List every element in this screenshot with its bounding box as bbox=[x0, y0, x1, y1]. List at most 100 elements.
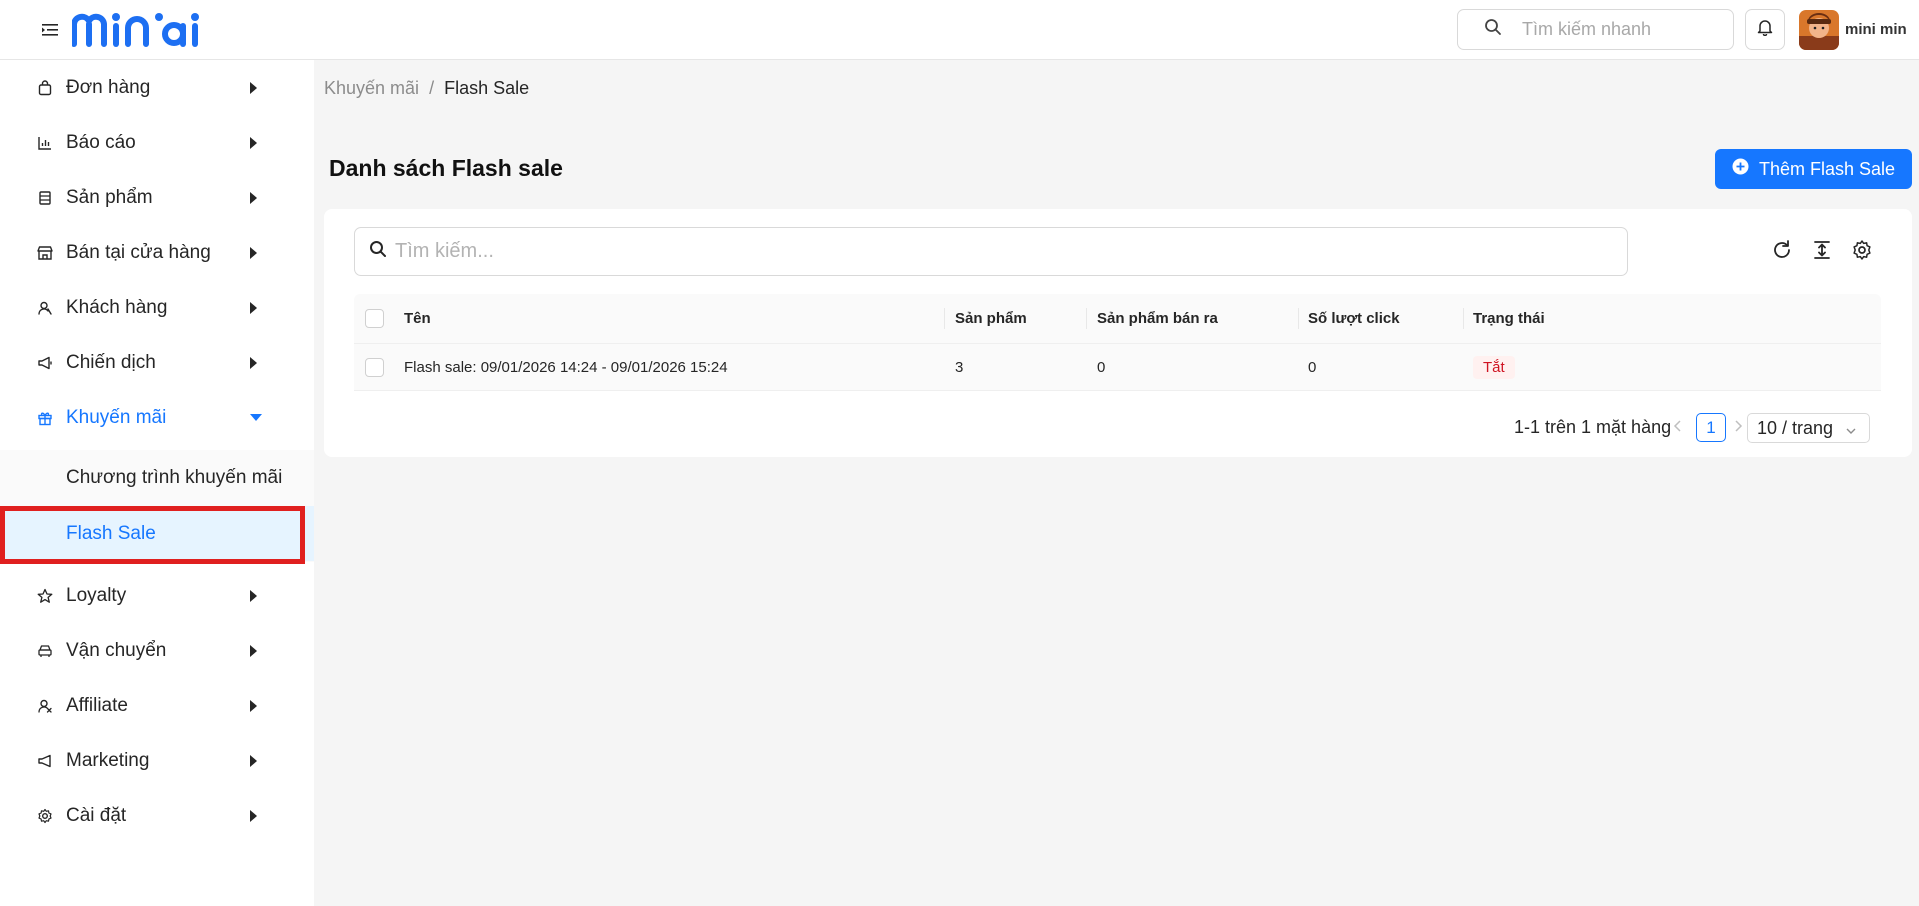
sidebar-item-label: Chiến dịch bbox=[66, 351, 156, 373]
affiliate-icon bbox=[36, 697, 54, 715]
quick-search-placeholder: Tìm kiếm nhanh bbox=[1522, 19, 1652, 39]
page-size-select[interactable]: 10 / trang bbox=[1747, 413, 1870, 443]
quick-search-input[interactable]: Tìm kiếm nhanh bbox=[1457, 9, 1734, 50]
search-icon bbox=[1484, 18, 1502, 41]
sidebar-item-affiliate[interactable]: Affiliate bbox=[0, 678, 314, 733]
column-header-status[interactable]: Trạng thái bbox=[1473, 294, 1545, 343]
sidebar-item-marketing[interactable]: Marketing bbox=[0, 733, 314, 788]
page-title: Danh sách Flash sale bbox=[329, 155, 563, 181]
sidebar-item-label: Đơn hàng bbox=[66, 76, 151, 98]
logo[interactable] bbox=[71, 10, 202, 50]
sidebar-item-label: Cài đặt bbox=[66, 804, 127, 826]
megaphone-icon bbox=[36, 354, 54, 372]
sidebar-subitem-label: Chương trình khuyến mãi bbox=[66, 466, 283, 488]
breadcrumb: Khuyến mãi / Flash Sale bbox=[324, 78, 529, 99]
column-header-clicks[interactable]: Số lượt click bbox=[1308, 294, 1400, 343]
gear-icon bbox=[36, 807, 54, 825]
reload-icon[interactable] bbox=[1769, 237, 1795, 263]
annotation-highlight-box bbox=[0, 506, 305, 564]
row-products: 3 bbox=[955, 358, 964, 376]
row-name[interactable]: Flash sale: 09/01/2026 14:24 - 09/01/202… bbox=[404, 344, 728, 390]
store-icon bbox=[36, 244, 54, 262]
caret-right-icon bbox=[250, 301, 257, 314]
pagination-total: 1-1 trên 1 mặt hàng bbox=[1514, 417, 1672, 437]
column-divider bbox=[1463, 308, 1464, 329]
customer-icon bbox=[36, 299, 54, 317]
caret-right-icon bbox=[250, 644, 257, 657]
sidebar-item-orders[interactable]: Đơn hàng bbox=[0, 60, 314, 115]
caret-right-icon bbox=[250, 81, 257, 94]
column-divider bbox=[1086, 308, 1087, 329]
breadcrumb-current: Flash Sale bbox=[444, 78, 530, 98]
pagination: 1-1 trên 1 mặt hàng 1 10 / trang bbox=[324, 412, 1912, 443]
sidebar-item-label: Khách hàng bbox=[66, 296, 168, 318]
caret-right-icon bbox=[250, 589, 257, 602]
chevron-down-icon bbox=[1845, 421, 1857, 442]
notification-button[interactable] bbox=[1745, 9, 1785, 50]
sidebar-item-label: Báo cáo bbox=[66, 131, 136, 153]
sidebar-item-label: Khuyến mãi bbox=[66, 406, 167, 428]
page-number-button[interactable]: 1 bbox=[1696, 413, 1726, 442]
avatar[interactable] bbox=[1799, 10, 1839, 50]
flash-sale-table: Tên Sản phẩm Sản phẩm bán ra Số lượt cli… bbox=[354, 294, 1881, 391]
caret-right-icon bbox=[250, 136, 257, 149]
username[interactable]: mini min bbox=[1845, 21, 1907, 38]
sidebar-item-label: Vận chuyển bbox=[66, 639, 167, 661]
search-placeholder: Tìm kiếm... bbox=[395, 240, 494, 262]
car-icon bbox=[36, 642, 54, 660]
chevron-left-icon[interactable] bbox=[1672, 417, 1684, 440]
sidebar-item-label: Bán tại cửa hàng bbox=[66, 241, 211, 263]
caret-right-icon bbox=[250, 356, 257, 369]
column-header-products[interactable]: Sản phẩm bbox=[955, 294, 1027, 343]
density-icon[interactable] bbox=[1809, 237, 1835, 263]
caret-right-icon bbox=[250, 191, 257, 204]
sidebar-item-customers[interactable]: Khách hàng bbox=[0, 280, 314, 335]
sidebar-item-label: Affiliate bbox=[66, 694, 128, 716]
bell-icon bbox=[1757, 18, 1773, 41]
table-header: Tên Sản phẩm Sản phẩm bán ra Số lượt cli… bbox=[354, 294, 1881, 343]
table-row[interactable]: Flash sale: 09/01/2026 14:24 - 09/01/202… bbox=[354, 343, 1881, 391]
row-sold: 0 bbox=[1097, 358, 1106, 376]
plus-circle-icon bbox=[1732, 158, 1749, 180]
column-header-sold[interactable]: Sản phẩm bán ra bbox=[1097, 294, 1218, 343]
sidebar-item-in-store[interactable]: Bán tại cửa hàng bbox=[0, 225, 314, 280]
sidebar-item-campaigns[interactable]: Chiến dịch bbox=[0, 335, 314, 390]
bar-chart-icon bbox=[36, 134, 54, 152]
star-icon bbox=[36, 587, 54, 605]
caret-right-icon bbox=[250, 699, 257, 712]
marketing-icon bbox=[36, 752, 54, 770]
caret-right-icon bbox=[250, 246, 257, 259]
sidebar-item-settings[interactable]: Cài đặt bbox=[0, 788, 314, 843]
sidebar-item-products[interactable]: Sản phẩm bbox=[0, 170, 314, 225]
sidebar-item-label: Sản phẩm bbox=[66, 186, 153, 208]
sidebar-item-reports[interactable]: Báo cáo bbox=[0, 115, 314, 170]
caret-right-icon bbox=[250, 754, 257, 767]
chevron-right-icon[interactable] bbox=[1732, 417, 1744, 440]
select-all-checkbox[interactable] bbox=[365, 309, 384, 328]
main-content: Khuyến mãi / Flash Sale Danh sách Flash … bbox=[314, 60, 1919, 906]
search-icon bbox=[369, 240, 387, 263]
add-flash-sale-label: Thêm Flash Sale bbox=[1758, 158, 1896, 179]
product-list-icon bbox=[36, 189, 54, 207]
top-bar: Tìm kiếm nhanh mini min bbox=[0, 0, 1919, 60]
page-size-value: 10 / trang bbox=[1757, 417, 1834, 438]
sidebar-item-promotions[interactable]: Khuyến mãi bbox=[0, 390, 314, 445]
row-checkbox[interactable] bbox=[365, 357, 384, 377]
sidebar-item-shipping[interactable]: Vận chuyển bbox=[0, 623, 314, 678]
sidebar-item-loyalty[interactable]: Loyalty bbox=[0, 568, 314, 623]
column-divider bbox=[944, 308, 945, 329]
breadcrumb-parent[interactable]: Khuyến mãi bbox=[324, 78, 419, 99]
add-flash-sale-button[interactable]: Thêm Flash Sale bbox=[1715, 149, 1912, 189]
sidebar-item-label: Loyalty bbox=[66, 584, 127, 606]
search-input[interactable]: Tìm kiếm... bbox=[354, 227, 1628, 276]
caret-down-icon bbox=[250, 414, 262, 421]
breadcrumb-separator: / bbox=[429, 78, 435, 98]
column-divider bbox=[1298, 308, 1299, 329]
sidebar-item-label: Marketing bbox=[66, 749, 150, 771]
gift-icon bbox=[36, 409, 54, 427]
menu-toggle-icon[interactable] bbox=[40, 20, 62, 40]
sidebar-subitem-promotion-programs[interactable]: Chương trình khuyến mãi bbox=[0, 450, 314, 505]
row-clicks: 0 bbox=[1308, 358, 1317, 376]
column-header-name[interactable]: Tên bbox=[404, 294, 431, 343]
column-settings-icon[interactable] bbox=[1849, 237, 1875, 263]
